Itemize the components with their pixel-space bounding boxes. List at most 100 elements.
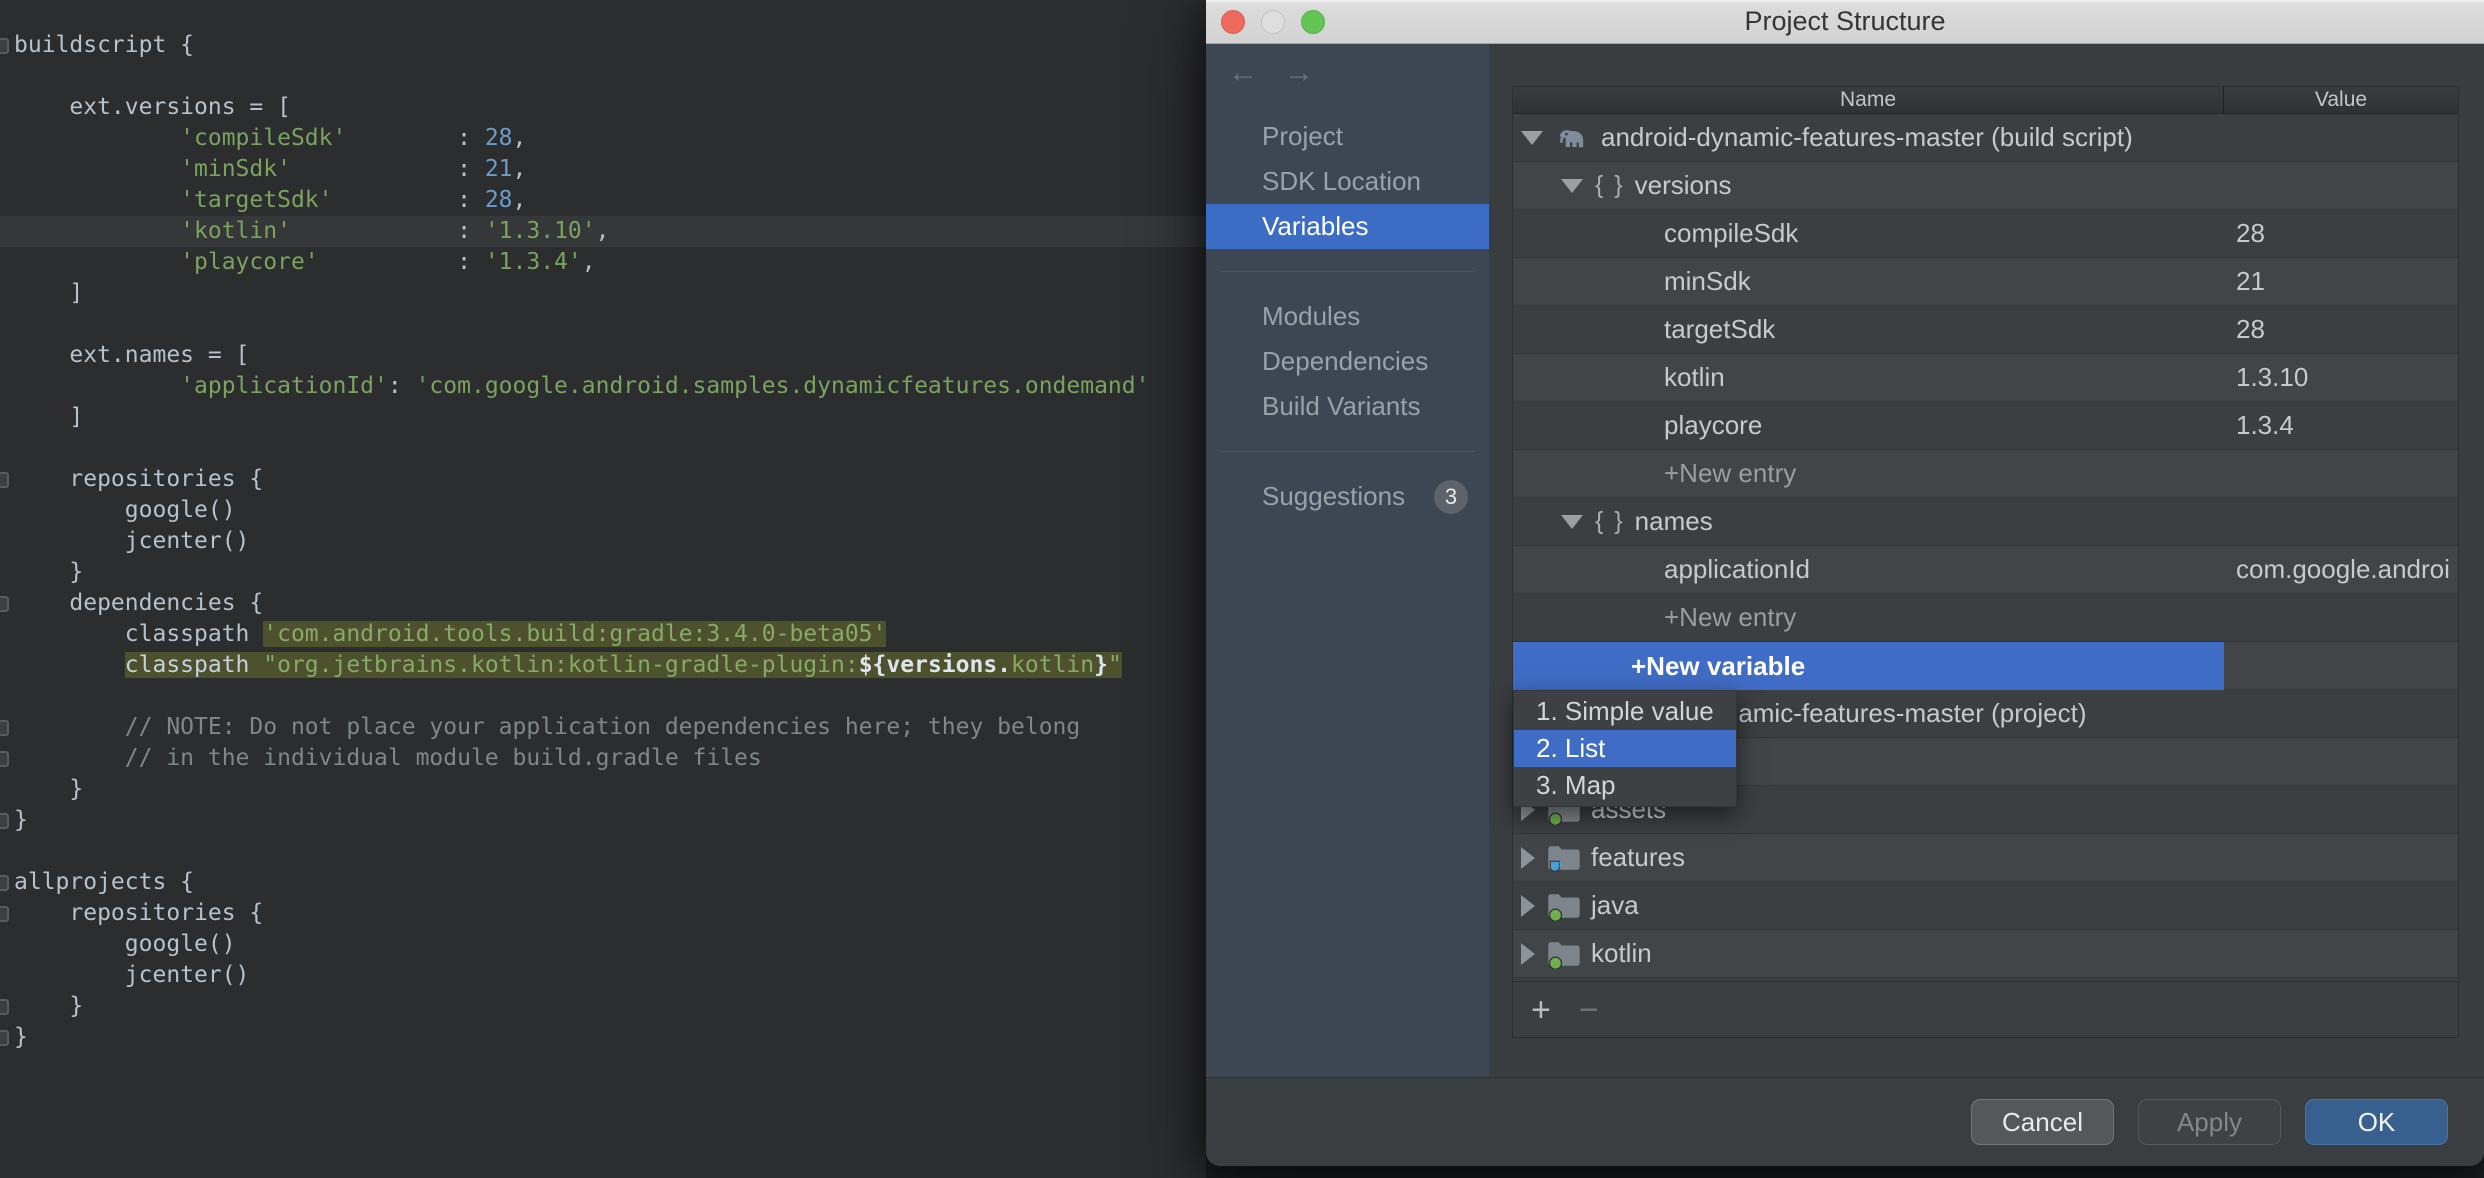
column-header-value[interactable]: Value xyxy=(2224,87,2458,113)
code-token: // in the individual module build.gradle… xyxy=(14,745,762,771)
code-token: 'playcore' xyxy=(14,249,319,275)
row-name: applicationId xyxy=(1664,554,1810,584)
code-token: classpath xyxy=(124,652,264,678)
nav-arrows: ← → xyxy=(1206,44,1489,114)
code-line: } xyxy=(0,557,1206,588)
apply-button[interactable]: Apply xyxy=(2138,1099,2281,1145)
sidebar-item-build-variants[interactable]: Build Variants xyxy=(1206,384,1489,429)
sidebar-item-sdk-location[interactable]: SDK Location xyxy=(1206,159,1489,204)
close-button[interactable] xyxy=(1221,10,1245,34)
row-value[interactable]: 28 xyxy=(2236,314,2454,345)
code-token: , xyxy=(595,218,610,244)
code-token: } xyxy=(1094,652,1108,678)
remove-variable-button[interactable]: − xyxy=(1579,993,1599,1027)
sidebar-item-suggestions[interactable]: Suggestions 3 xyxy=(1206,474,1489,519)
row-value[interactable]: 1.3.4 xyxy=(2236,410,2454,441)
fold-marker-icon[interactable] xyxy=(0,813,9,829)
row-value[interactable]: com.google.androi xyxy=(2236,554,2454,585)
code-line: jcenter() xyxy=(0,960,1206,991)
sidebar-divider xyxy=(1220,451,1475,452)
window-controls xyxy=(1221,10,1325,34)
popup-item-map[interactable]: 3. Map xyxy=(1514,767,1736,804)
row-value[interactable]: 21 xyxy=(2236,266,2454,297)
code-token: } xyxy=(14,559,84,585)
code-token: 28 xyxy=(484,187,513,213)
code-line: ext.names = [ xyxy=(0,340,1206,371)
expand-arrow-icon[interactable] xyxy=(1521,942,1535,965)
table-row[interactable]: kotlin xyxy=(1513,930,2458,978)
code-editor[interactable]: buildscript { ext.versions = [ 'compileS… xyxy=(0,0,1206,1178)
code-line: 'kotlin' : '1.3.10', xyxy=(0,216,1206,247)
cancel-button[interactable]: Cancel xyxy=(1971,1099,2114,1145)
row-value[interactable]: 28 xyxy=(2236,218,2454,249)
suggestions-count-badge: 3 xyxy=(1434,480,1468,514)
fold-marker-icon[interactable] xyxy=(0,38,9,54)
forward-icon[interactable]: → xyxy=(1284,58,1314,88)
table-row[interactable]: applicationId com.google.androi xyxy=(1513,546,2458,594)
code-token: allprojects { xyxy=(14,869,195,895)
table-row[interactable]: java xyxy=(1513,882,2458,930)
fold-marker-icon[interactable] xyxy=(0,751,9,767)
table-row[interactable]: playcore 1.3.4 xyxy=(1513,402,2458,450)
fold-marker-icon[interactable] xyxy=(0,472,9,488)
code-line: ] xyxy=(0,278,1206,309)
row-name: compileSdk xyxy=(1664,218,1799,248)
add-variable-button[interactable]: + xyxy=(1531,993,1551,1027)
dialog-title-bar[interactable]: Project Structure xyxy=(1206,0,2484,44)
table-row[interactable]: +New entry xyxy=(1513,594,2458,642)
expand-arrow-icon[interactable] xyxy=(1521,846,1535,869)
table-row[interactable]: +New entry xyxy=(1513,450,2458,498)
code-line: 'playcore' : '1.3.4', xyxy=(0,247,1206,278)
back-icon[interactable]: ← xyxy=(1228,58,1258,88)
new-variable-type-popup: 1. Simple value 2. List 3. Map xyxy=(1513,690,1737,807)
table-row[interactable]: targetSdk 28 xyxy=(1513,306,2458,354)
code-line: 'targetSdk' : 28, xyxy=(0,185,1206,216)
table-row[interactable]: { } versions xyxy=(1513,162,2458,210)
minimize-button[interactable] xyxy=(1261,10,1285,34)
collapse-arrow-icon[interactable] xyxy=(1521,130,1543,145)
code-token: jcenter() xyxy=(14,962,250,988)
code-token: kotlin xyxy=(1011,652,1095,678)
fold-marker-icon[interactable] xyxy=(0,999,9,1015)
sidebar-item-dependencies[interactable]: Dependencies xyxy=(1206,339,1489,384)
folder-green-dot-icon xyxy=(1547,891,1581,921)
table-row[interactable]: { } names xyxy=(1513,498,2458,546)
table-row[interactable]: compileSdk 28 xyxy=(1513,210,2458,258)
zoom-button[interactable] xyxy=(1301,10,1325,34)
expand-arrow-icon[interactable] xyxy=(1521,894,1535,917)
dialog-sidebar: ← → Project SDK Location Variables Modules D… xyxy=(1206,44,1489,1077)
folder-green-dot-icon xyxy=(1547,939,1581,969)
braces-icon: { } xyxy=(1595,171,1625,199)
ok-button[interactable]: OK xyxy=(2305,1099,2448,1145)
table-row[interactable]: android-dynamic-features-master (build s… xyxy=(1513,114,2458,162)
collapse-arrow-icon[interactable] xyxy=(1561,178,1583,193)
table-row[interactable]: features xyxy=(1513,834,2458,882)
fold-marker-icon[interactable] xyxy=(0,596,9,612)
table-header: Name Value xyxy=(1513,87,2458,114)
column-header-name[interactable]: Name xyxy=(1513,87,2224,113)
fold-marker-icon[interactable] xyxy=(0,720,9,736)
sidebar-item-project[interactable]: Project xyxy=(1206,114,1489,159)
collapse-arrow-icon[interactable] xyxy=(1561,514,1583,529)
table-row[interactable]: kotlin 1.3.10 xyxy=(1513,354,2458,402)
popup-item-simple-value[interactable]: 1. Simple value xyxy=(1514,693,1736,730)
fold-marker-icon[interactable] xyxy=(0,906,9,922)
table-row[interactable]: minSdk 21 xyxy=(1513,258,2458,306)
sidebar-item-variables[interactable]: Variables xyxy=(1206,204,1489,249)
popup-item-list[interactable]: 2. List xyxy=(1514,730,1736,767)
code-line: google() xyxy=(0,495,1206,526)
table-row[interactable]: +New variable xyxy=(1513,642,2458,690)
code-line: 'compileSdk' : 28, xyxy=(0,123,1206,154)
code-line: 'applicationId': 'com.google.android.sam… xyxy=(0,371,1206,402)
code-token: } xyxy=(14,1024,28,1050)
fold-marker-icon[interactable] xyxy=(0,875,9,891)
sidebar-item-modules[interactable]: Modules xyxy=(1206,294,1489,339)
code-token: ] xyxy=(14,404,84,430)
code-line: google() xyxy=(0,929,1206,960)
row-value[interactable]: 1.3.10 xyxy=(2236,362,2454,393)
code-token: : xyxy=(290,218,485,244)
fold-marker-icon[interactable] xyxy=(0,1030,9,1046)
code-token: " xyxy=(1107,652,1122,678)
